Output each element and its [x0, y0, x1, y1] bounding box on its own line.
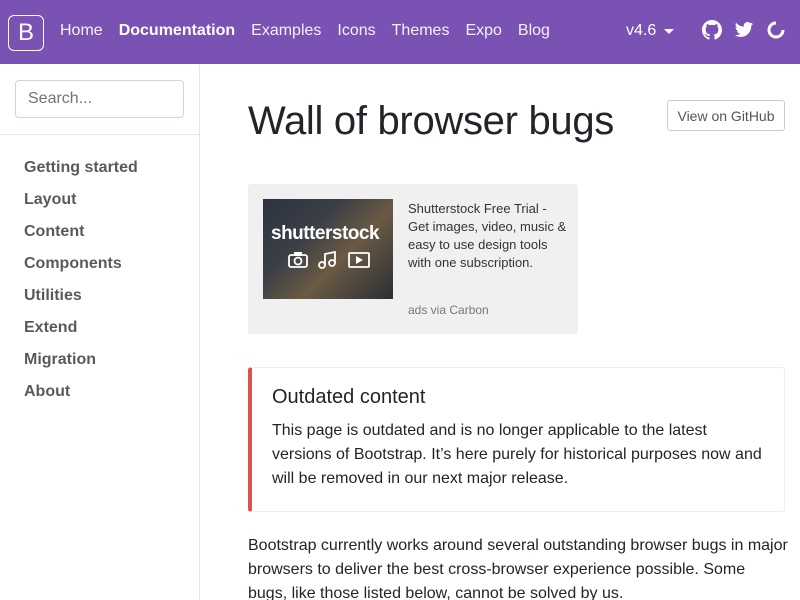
- github-icon[interactable]: [702, 20, 722, 40]
- top-navbar: B Home Documentation Examples Icons Them…: [0, 0, 800, 64]
- slack-icon[interactable]: [766, 20, 786, 40]
- bootstrap-logo[interactable]: B: [8, 15, 44, 51]
- page-title: Wall of browser bugs: [248, 99, 614, 143]
- nav-link-examples[interactable]: Examples: [251, 22, 321, 40]
- camera-icon: [288, 252, 308, 268]
- nav-link-home[interactable]: Home: [60, 22, 103, 40]
- sidebar-item-layout[interactable]: Layout: [0, 189, 199, 221]
- nav-link-expo[interactable]: Expo: [465, 22, 501, 40]
- nav-link-documentation[interactable]: Documentation: [119, 22, 235, 40]
- ad-poweredby-link[interactable]: ads via Carbon: [408, 303, 489, 317]
- sidebar-item-getting-started[interactable]: Getting started: [0, 157, 199, 189]
- music-icon: [318, 251, 336, 269]
- nav-link-themes[interactable]: Themes: [392, 22, 450, 40]
- sidebar-item-components[interactable]: Components: [0, 253, 199, 285]
- docs-sidebar: Getting started Layout Content Component…: [0, 64, 200, 600]
- sidebar-item-migration[interactable]: Migration: [0, 349, 199, 381]
- sidebar-nav: Getting started Layout Content Component…: [0, 135, 199, 413]
- video-icon: [348, 252, 370, 268]
- ad-image[interactable]: shutterstock: [263, 199, 393, 299]
- callout-text: This page is outdated and is no longer a…: [272, 422, 762, 487]
- view-on-github-button[interactable]: View on GitHub: [667, 100, 785, 131]
- search-input[interactable]: [15, 80, 184, 118]
- outdated-callout: Outdated content This page is outdated a…: [248, 367, 785, 512]
- nav-link-blog[interactable]: Blog: [518, 22, 550, 40]
- nav-links: Home Documentation Examples Icons Themes…: [60, 22, 566, 40]
- nav-link-icons[interactable]: Icons: [337, 22, 375, 40]
- search-container: [0, 64, 199, 135]
- chevron-down-icon: [664, 28, 675, 34]
- twitter-icon[interactable]: [734, 20, 754, 40]
- ad-image-logo-text: shutterstock: [271, 223, 380, 244]
- ad-text[interactable]: Shutterstock Free Trial - Get images, vi…: [408, 200, 568, 272]
- callout-title: Outdated content: [272, 386, 426, 408]
- carbon-ad[interactable]: shutterstock Shutterstock Free Trial - G…: [248, 184, 578, 334]
- intro-paragraph: Bootstrap currently works around several…: [248, 537, 788, 600]
- version-label: v4.6: [626, 22, 657, 39]
- sidebar-item-content[interactable]: Content: [0, 221, 199, 253]
- sidebar-item-utilities[interactable]: Utilities: [0, 285, 199, 317]
- version-dropdown[interactable]: v4.6: [626, 22, 675, 40]
- sidebar-item-extend[interactable]: Extend: [0, 317, 199, 349]
- sidebar-item-about[interactable]: About: [0, 381, 199, 413]
